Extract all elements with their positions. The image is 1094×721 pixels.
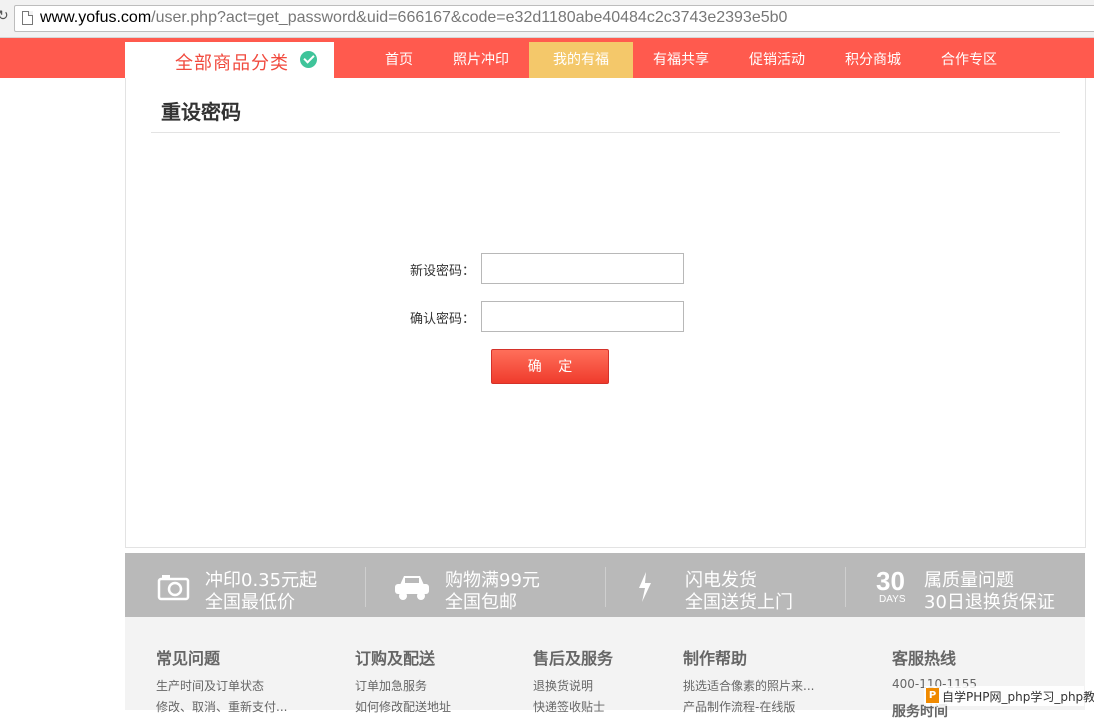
footer-col-title: 客服热线 (892, 649, 957, 668)
watermark-logo: P (926, 688, 939, 703)
footer-link[interactable]: 产品制作流程-在线版 (683, 698, 795, 715)
page-title: 重设密码 (161, 100, 241, 124)
address-field[interactable]: www.yofus.com/user.php?act=get_password&… (14, 5, 1094, 32)
watermark-text: 自学PHP网_php学习_php教 (942, 690, 1094, 704)
footer-link[interactable]: 如何修改配送地址 (355, 698, 451, 715)
title-divider (151, 132, 1060, 133)
camera-icon (157, 575, 190, 601)
footer-col-title: 订购及配送 (355, 649, 436, 668)
nav-item-points-mall[interactable]: 积分商城 (838, 42, 908, 78)
feature-shipping: 购物满99元 全国包邮 (366, 553, 606, 617)
check-circle-icon (300, 51, 317, 68)
feature-line2: 全国最低价 (205, 592, 295, 613)
feature-returns: 30 DAYS 属质量问题 30日退换货保证 (846, 553, 1085, 617)
footer-link[interactable]: 生产时间及订单状态 (156, 677, 264, 694)
nav-item-my-yofus[interactable]: 我的有福 (529, 42, 633, 78)
footer-link[interactable]: 退换货说明 (533, 677, 593, 694)
feature-price: 冲印0.35元起 全国最低价 (125, 553, 365, 617)
feature-delivery: 闪电发货 全国送货上门 (606, 553, 846, 617)
footer-link[interactable]: 订单加急服务 (355, 677, 427, 694)
feature-line2: 全国包邮 (445, 592, 517, 613)
nav-item-promotions[interactable]: 促销活动 (742, 42, 812, 78)
nav-item-partners[interactable]: 合作专区 (934, 42, 1004, 78)
footer-col-title: 常见问题 (156, 649, 221, 668)
car-icon (395, 576, 429, 600)
feature-line2: 全国送货上门 (685, 592, 793, 613)
all-categories-button[interactable]: 全部商品分类 (125, 42, 334, 78)
footer-col-title: 售后及服务 (533, 649, 614, 668)
confirm-button[interactable]: 确 定 (491, 349, 609, 384)
new-password-label: 新设密码： (410, 264, 476, 279)
lightning-icon (639, 572, 651, 602)
features-strip: 冲印0.35元起 全国最低价 购物满99元 全国包邮 闪电发货 全国送货上门 3… (125, 553, 1085, 617)
confirm-password-label: 确认密码： (410, 312, 476, 327)
watermark: P 自学PHP网_php学习_php教 (924, 686, 1094, 706)
footer-link[interactable]: 挑选适合像素的照片来... (683, 677, 814, 694)
url-host: www.yofus.com (40, 9, 152, 26)
new-password-input[interactable] (481, 253, 684, 284)
reload-icon[interactable]: ↻ (0, 8, 9, 24)
feature-line2: 30日退换货保证 (924, 592, 1055, 613)
nav-item-photo-print[interactable]: 照片冲印 (446, 42, 516, 78)
footer-col-title: 制作帮助 (683, 649, 748, 668)
days-number: 30 (876, 566, 905, 596)
page-icon (22, 11, 33, 25)
footer-link[interactable]: 快递签收贴士 (533, 698, 605, 715)
all-categories-label: 全部商品分类 (175, 53, 289, 74)
browser-url-bar: ↻ www.yofus.com/user.php?act=get_passwor… (0, 0, 1094, 38)
days-label: DAYS (879, 594, 906, 605)
url-text[interactable]: www.yofus.com/user.php?act=get_password&… (40, 9, 787, 27)
url-path: /user.php?act=get_password&uid=666167&co… (151, 9, 788, 26)
nav-item-share[interactable]: 有福共享 (646, 42, 716, 78)
footer-link[interactable]: 修改、取消、重新支付... (156, 698, 287, 715)
nav-item-home[interactable]: 首页 (374, 42, 424, 78)
confirm-password-input[interactable] (481, 301, 684, 332)
